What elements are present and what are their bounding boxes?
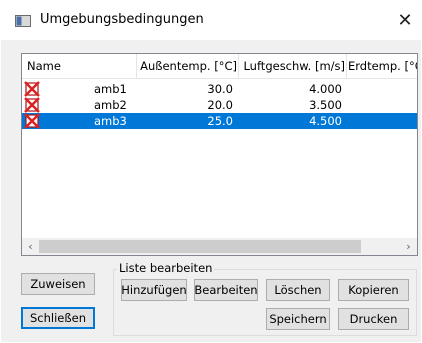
cell-aussentemp: 20.0	[207, 98, 233, 112]
column-header-luftgeschw[interactable]: Luftgeschw. [m/s]	[241, 54, 345, 78]
list-header: Name Außentemp. [°C] Luftgeschw. [m/s] E…	[22, 54, 417, 79]
save-button[interactable]: Speichern	[266, 308, 330, 330]
cell-luftgeschw: 4.000	[309, 82, 342, 96]
scroll-left-button[interactable]: ‹	[22, 238, 39, 255]
column-header-name[interactable]: Name	[27, 54, 137, 78]
red-cross-icon	[24, 97, 40, 113]
window-title: Umgebungsbedingungen	[40, 12, 204, 27]
column-header-erdtemp[interactable]: Erdtemp. [°C]	[348, 54, 417, 78]
add-button[interactable]: Hinzufügen	[121, 279, 187, 301]
cell-erdtemp	[348, 97, 408, 113]
list-row-amb3[interactable]: amb3 25.0 4.500	[22, 113, 417, 129]
close-button[interactable]: Schließen	[21, 307, 95, 329]
column-divider[interactable]	[346, 54, 347, 78]
cell-luftgeschw: 3.500	[309, 98, 342, 112]
copy-button[interactable]: Kopieren	[338, 279, 409, 301]
red-cross-icon	[24, 113, 40, 129]
cell-aussentemp: 25.0	[207, 114, 233, 128]
edit-button[interactable]: Bearbeiten	[194, 279, 258, 301]
cell-erdtemp	[348, 113, 408, 129]
horizontal-scrollbar[interactable]: ‹ ›	[22, 238, 417, 255]
scroll-right-button[interactable]: ›	[400, 238, 417, 255]
cell-luftgeschw: 4.500	[309, 114, 342, 128]
cell-aussentemp: 30.0	[207, 82, 233, 96]
column-divider[interactable]	[238, 54, 239, 78]
column-header-aussentemp[interactable]: Außentemp. [°C]	[137, 54, 237, 78]
assign-button[interactable]: Zuweisen	[21, 273, 95, 295]
scrollbar-thumb[interactable]	[39, 240, 361, 253]
edit-list-group-label: Liste bearbeiten	[117, 261, 215, 275]
close-window-button[interactable]: ✕	[392, 6, 418, 34]
list-row-amb2[interactable]: amb2 20.0 3.500	[22, 97, 417, 113]
conditions-list[interactable]: Name Außentemp. [°C] Luftgeschw. [m/s] E…	[21, 53, 418, 256]
red-cross-icon	[24, 81, 40, 97]
delete-button[interactable]: Löschen	[266, 279, 330, 301]
print-button[interactable]: Drucken	[338, 308, 409, 330]
list-row-amb1[interactable]: amb1 30.0 4.000	[22, 81, 417, 97]
title-bar: Umgebungsbedingungen ✕	[0, 0, 422, 40]
window-app-icon	[15, 15, 31, 27]
cell-erdtemp	[348, 81, 408, 97]
